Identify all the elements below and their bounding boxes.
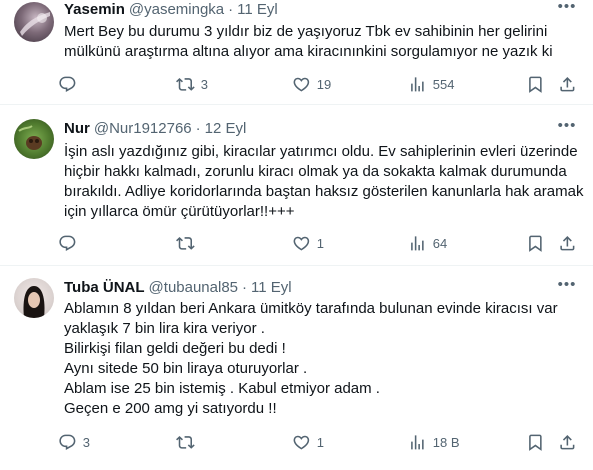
avatar[interactable]: [14, 278, 54, 318]
tweet-header: Nur @Nur1912766 · 12 Eyl: [64, 119, 246, 139]
heart-icon: [292, 234, 311, 253]
retweet-icon: [176, 75, 195, 94]
reply-button[interactable]: [58, 232, 83, 254]
tweet-header: Tuba ÜNAL @tubaunal85 · 11 Eyl: [64, 278, 292, 298]
reply-count: 3: [82, 434, 90, 450]
like-count: 1: [316, 434, 324, 450]
share-icon: [558, 234, 577, 253]
like-button[interactable]: 19: [292, 73, 331, 95]
like-button[interactable]: 1: [292, 232, 324, 254]
author-handle[interactable]: @Nur1912766: [94, 119, 192, 139]
avatar-image: [20, 12, 50, 36]
tweet-1[interactable]: Yasemin @yasemingka · 11 Eyl ••• Mert Be…: [0, 0, 593, 105]
retweet-icon: [176, 234, 195, 253]
share-icon: [558, 75, 577, 94]
tweet-text: İşin aslı yazdığınız gibi, kiracılar yat…: [64, 143, 584, 220]
bookmark-icon: [526, 234, 545, 253]
retweet-button[interactable]: [176, 232, 201, 254]
views-button[interactable]: 554: [408, 73, 454, 95]
views-icon: [408, 234, 427, 253]
tweet-header: Yasemin @yasemingka · 11 Eyl: [64, 0, 278, 20]
heart-icon: [292, 75, 311, 94]
retweet-count: 3: [200, 76, 208, 92]
views-button[interactable]: 64: [408, 232, 447, 254]
bookmark-button[interactable]: [526, 431, 545, 453]
separator-dot: ·: [242, 279, 248, 296]
tweet-date[interactable]: 11 Eyl: [251, 278, 292, 298]
share-icon: [558, 433, 577, 452]
like-count: 1: [316, 235, 324, 251]
more-icon[interactable]: •••: [555, 118, 579, 139]
bookmark-button[interactable]: [526, 73, 545, 95]
share-button[interactable]: [558, 232, 577, 254]
reply-button[interactable]: 3: [58, 431, 90, 453]
share-button[interactable]: [558, 73, 577, 95]
bookmark-button[interactable]: [526, 232, 545, 254]
tweet-date[interactable]: 12 Eyl: [205, 119, 247, 139]
avatar-image: [18, 125, 42, 150]
author-name[interactable]: Yasemin: [64, 0, 125, 20]
avatar[interactable]: [14, 119, 54, 159]
heart-icon: [292, 433, 311, 452]
author-name[interactable]: Nur: [64, 119, 90, 139]
view-count: 18 B: [432, 434, 460, 450]
views-icon: [408, 75, 427, 94]
views-button[interactable]: 18 B: [408, 431, 460, 453]
avatar-image: [23, 286, 45, 318]
reply-button[interactable]: [58, 73, 83, 95]
tweet-actions: 3 1 18 B: [58, 431, 578, 453]
bookmark-icon: [526, 75, 545, 94]
tweet-2[interactable]: Nur @Nur1912766 · 12 Eyl ••• İşin aslı y…: [0, 105, 593, 266]
reply-icon: [58, 75, 77, 94]
view-count: 64: [432, 235, 448, 251]
tweet-actions: 1 64: [58, 232, 578, 254]
more-icon[interactable]: •••: [555, 277, 579, 298]
avatar[interactable]: [14, 2, 54, 42]
tweet-text: Ablamın 8 yıldan beri Ankara ümitköy tar…: [64, 300, 558, 417]
more-icon[interactable]: •••: [555, 0, 579, 20]
view-count: 554: [432, 76, 455, 92]
reply-icon: [58, 433, 77, 452]
retweet-button[interactable]: 3: [176, 73, 208, 95]
author-handle[interactable]: @yasemingka: [129, 0, 224, 20]
tweet-3[interactable]: Tuba ÜNAL @tubaunal85 · 11 Eyl ••• Ablam…: [0, 266, 593, 470]
separator-dot: ·: [228, 1, 234, 18]
like-count: 19: [316, 76, 332, 92]
tweet-date[interactable]: 11 Eyl: [237, 0, 278, 20]
share-button[interactable]: [558, 431, 577, 453]
reply-icon: [58, 234, 77, 253]
tweet-feed: Yasemin @yasemingka · 11 Eyl ••• Mert Be…: [0, 0, 593, 470]
author-name[interactable]: Tuba ÜNAL: [64, 278, 145, 298]
retweet-button[interactable]: [176, 431, 201, 453]
views-icon: [408, 433, 427, 452]
retweet-icon: [176, 433, 195, 452]
like-button[interactable]: 1: [292, 431, 324, 453]
separator-dot: ·: [195, 120, 201, 137]
author-handle[interactable]: @tubaunal85: [149, 278, 238, 298]
bookmark-icon: [526, 433, 545, 452]
tweet-actions: 3 19 554: [58, 73, 578, 95]
tweet-text: Mert Bey bu durumu 3 yıldır biz de yaşıy…: [64, 23, 553, 60]
